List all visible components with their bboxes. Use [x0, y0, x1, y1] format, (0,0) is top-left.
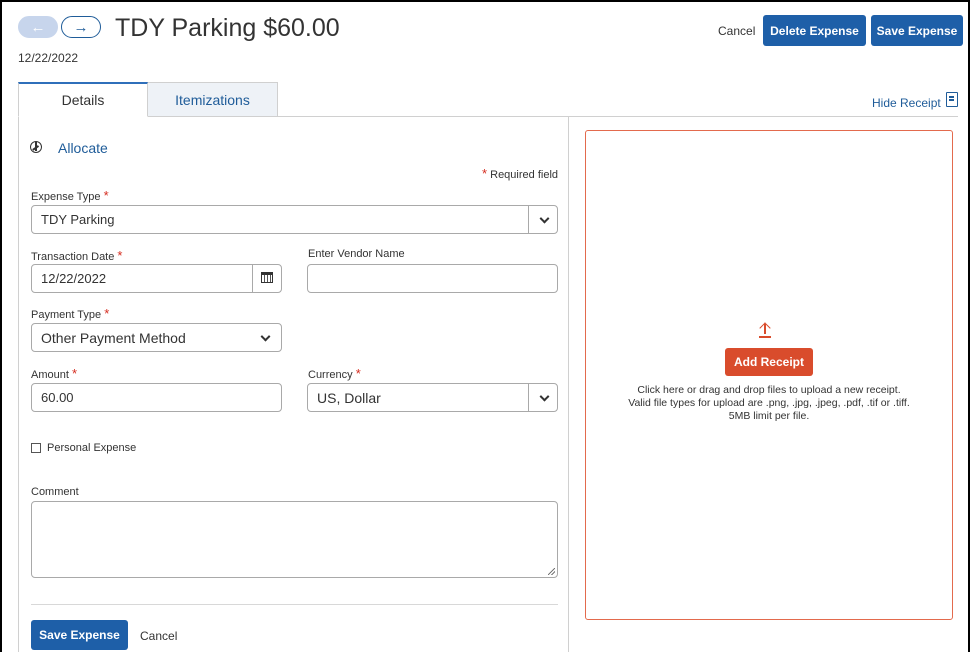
forward-arrow-icon[interactable]: →	[61, 16, 101, 38]
expense-type-select[interactable]: TDY Parking	[31, 205, 558, 234]
transaction-date-input[interactable]: 12/22/2022	[31, 264, 282, 293]
tab-details[interactable]: Details	[18, 82, 148, 117]
amount-label: Amount *	[31, 366, 77, 381]
upload-instructions-line: 5MB limit per file.	[728, 410, 810, 422]
required-star: *	[355, 366, 361, 381]
tab-itemizations[interactable]: Itemizations	[148, 82, 278, 117]
expense-type-value: TDY Parking	[41, 212, 115, 227]
payment-type-label-text: Payment Type	[31, 309, 102, 321]
currency-label-text: Currency	[308, 369, 353, 381]
footer-save-expense-button[interactable]: Save Expense	[31, 620, 128, 650]
chevron-down-icon	[539, 213, 550, 224]
allocate-icon[interactable]	[30, 141, 42, 153]
upload-instructions-line: Click here or drag and drop files to upl…	[637, 384, 901, 396]
amount-value: 60.00	[41, 390, 74, 405]
transaction-date-label-text: Transaction Date	[31, 251, 115, 263]
payment-type-value: Other Payment Method	[41, 329, 186, 346]
header-cancel-link[interactable]: Cancel	[718, 24, 755, 38]
currency-select[interactable]: US, Dollar	[307, 383, 558, 412]
required-field-note: * Required field	[482, 166, 558, 181]
footer-cancel-link[interactable]: Cancel	[140, 629, 177, 643]
transaction-date-label: Transaction Date *	[31, 248, 122, 263]
payment-type-label: Payment Type *	[31, 306, 109, 321]
calendar-divider	[252, 265, 253, 292]
page-title: TDY Parking $60.00	[115, 14, 340, 42]
expense-type-label-text: Expense Type	[31, 191, 101, 203]
required-star: *	[482, 166, 488, 181]
chevron-down-icon	[260, 331, 271, 342]
amount-label-text: Amount	[31, 369, 69, 381]
select-divider	[528, 384, 529, 411]
required-star: *	[71, 366, 78, 381]
expense-type-label: Expense Type *	[31, 188, 109, 203]
comment-textarea[interactable]	[31, 501, 558, 578]
required-star: *	[117, 248, 123, 263]
required-star: *	[104, 306, 110, 321]
save-expense-button[interactable]: Save Expense	[871, 15, 963, 46]
upload-instructions: Click here or drag and drop files to upl…	[590, 384, 948, 423]
personal-expense-checkbox[interactable]	[31, 443, 41, 453]
payment-type-select[interactable]: Other Payment Method	[31, 323, 282, 352]
transaction-date-value: 12/22/2022	[41, 271, 107, 286]
required-star: *	[103, 188, 109, 203]
select-divider	[528, 206, 529, 233]
required-note-text: Required field	[490, 169, 558, 181]
amount-input[interactable]: 60.00	[31, 383, 282, 412]
calendar-icon[interactable]	[261, 272, 273, 283]
allocate-link[interactable]: Allocate	[58, 140, 108, 156]
receipt-icon[interactable]	[946, 92, 958, 107]
vendor-name-label: Enter Vendor Name	[308, 248, 405, 260]
resize-handle-icon[interactable]	[548, 568, 555, 575]
vendor-name-input[interactable]	[307, 264, 558, 293]
back-arrow-icon[interactable]: ←	[18, 16, 58, 38]
comment-label: Comment	[31, 486, 79, 498]
personal-expense-label[interactable]: Personal Expense	[47, 442, 136, 454]
upload-icon	[758, 322, 771, 338]
delete-expense-button[interactable]: Delete Expense	[763, 15, 866, 46]
forward-arrow-glyph: →	[73, 18, 89, 36]
currency-value: US, Dollar	[317, 389, 381, 406]
upload-instructions-line: Valid file types for upload are .png, .j…	[628, 397, 910, 409]
chevron-down-icon	[539, 391, 550, 402]
back-arrow-glyph: ←	[30, 18, 46, 36]
footer-divider	[31, 604, 558, 605]
expense-date: 12/22/2022	[18, 51, 79, 65]
add-receipt-button[interactable]: Add Receipt	[725, 348, 813, 376]
currency-label: Currency *	[308, 366, 361, 381]
hide-receipt-link[interactable]: Hide Receipt	[872, 96, 941, 110]
